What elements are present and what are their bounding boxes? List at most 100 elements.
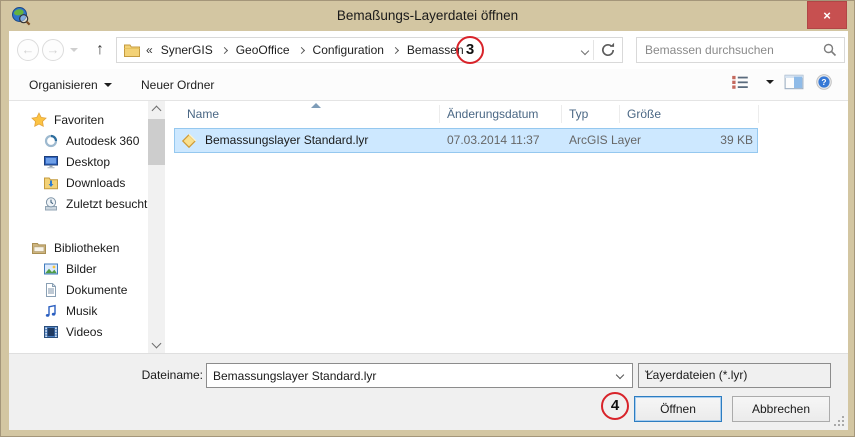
breadcrumb-synergis[interactable]: SynerGIS xyxy=(159,43,215,57)
file-modified-date: 07.03.2014 11:37 xyxy=(447,133,540,147)
view-mode-icon[interactable] xyxy=(730,74,750,90)
column-header-type[interactable]: Typ xyxy=(569,101,588,127)
filename-label: Dateiname: xyxy=(141,368,203,382)
forward-button[interactable] xyxy=(42,39,64,61)
column-header-modified[interactable]: Änderungsdatum xyxy=(447,101,538,127)
command-bar: Organisieren Neuer Ordner ? xyxy=(9,69,848,101)
filetype-dropdown[interactable]: Layerdateien (*.lyr) xyxy=(638,363,831,388)
downloads-icon xyxy=(43,175,59,191)
sidebar-group-bibliotheken[interactable]: Bibliotheken xyxy=(9,237,148,258)
close-button[interactable]: × xyxy=(807,1,847,29)
star-icon xyxy=(31,111,47,128)
filename-input[interactable] xyxy=(213,365,603,386)
cancel-button[interactable]: Abbrechen xyxy=(732,396,830,422)
window-title: Bemaßungs-Layerdatei öffnen xyxy=(336,8,519,23)
sidebar-group-label: Bibliotheken xyxy=(54,240,120,255)
sidebar-group-label: Favoriten xyxy=(54,112,105,127)
scrollbar-thumb[interactable] xyxy=(148,119,165,165)
sidebar-item-label: Autodesk 360 xyxy=(66,133,140,148)
resize-grip[interactable] xyxy=(834,416,844,426)
sidebar-item-autodesk360[interactable]: Autodesk 360 xyxy=(9,130,148,151)
preview-pane-icon[interactable] xyxy=(784,74,804,90)
search-box[interactable] xyxy=(636,37,845,63)
sidebar-group-favoriten[interactable]: Favoriten xyxy=(9,109,148,130)
sidebar-item-label: Downloads xyxy=(66,175,126,190)
file-name: Bemassungslayer Standard.lyr xyxy=(205,133,369,147)
address-dropdown-icon[interactable] xyxy=(580,46,590,56)
navigation-pane: Favoriten Autodesk 360 Desktop Downloads… xyxy=(9,101,148,353)
sidebar-item-videos[interactable]: Videos xyxy=(9,321,148,342)
sidebar-item-downloads[interactable]: Downloads xyxy=(9,172,148,193)
breadcrumb-separator-icon[interactable] xyxy=(391,46,399,54)
sidebar-item-label: Bilder xyxy=(66,261,97,276)
column-divider[interactable] xyxy=(758,105,759,123)
sidebar-item-label: Desktop xyxy=(66,154,111,169)
main-area: Favoriten Autodesk 360 Desktop Downloads… xyxy=(9,101,848,353)
scroll-down-icon[interactable] xyxy=(151,338,162,349)
annotation-circle-3: 3 xyxy=(456,36,484,64)
dialog-content: « SynerGIS GeoOffice Configuration Bemas… xyxy=(9,31,848,430)
new-folder-label: Neuer Ordner xyxy=(141,78,215,92)
breadcrumb-overflow[interactable]: « xyxy=(146,43,153,57)
sidebar-item-dokumente[interactable]: Dokumente xyxy=(9,279,148,300)
back-button[interactable] xyxy=(17,39,39,61)
title-bar[interactable]: Bemaßungs-Layerdatei öffnen × xyxy=(1,1,854,31)
dialog-footer: Dateiname: Layerdateien (*.lyr) 4 Öffnen… xyxy=(9,353,848,430)
file-type: ArcGIS Layer xyxy=(569,133,642,147)
open-file-dialog: Bemaßungs-Layerdatei öffnen × « SynerGIS… xyxy=(0,0,855,437)
address-row: « SynerGIS GeoOffice Configuration Bemas… xyxy=(9,31,848,69)
address-separator xyxy=(593,40,594,60)
annotation-circle-4: 4 xyxy=(601,392,629,420)
file-size: 39 KB xyxy=(720,133,753,147)
sidebar-scrollbar[interactable] xyxy=(148,101,165,353)
sidebar-item-label: Musik xyxy=(66,303,98,318)
libraries-icon xyxy=(31,240,47,256)
sidebar-item-label: Dokumente xyxy=(66,282,128,297)
sidebar-item-recent[interactable]: Zuletzt besucht xyxy=(9,193,148,214)
file-row-selected[interactable]: Bemassungslayer Standard.lyr 07.03.2014 … xyxy=(174,128,758,153)
pictures-icon xyxy=(43,261,59,277)
sidebar-item-musik[interactable]: Musik xyxy=(9,300,148,321)
organize-menu[interactable]: Organisieren xyxy=(29,75,112,95)
column-divider[interactable] xyxy=(439,105,440,123)
view-mode-dropdown-icon[interactable] xyxy=(766,80,774,84)
scroll-up-icon[interactable] xyxy=(151,105,162,116)
sidebar-item-desktop[interactable]: Desktop xyxy=(9,151,148,172)
sort-ascending-icon xyxy=(311,103,321,108)
music-icon xyxy=(43,303,59,319)
address-bar[interactable]: « SynerGIS GeoOffice Configuration Bemas… xyxy=(116,37,623,63)
refresh-icon[interactable] xyxy=(597,41,619,59)
sidebar-item-bilder[interactable]: Bilder xyxy=(9,258,148,279)
breadcrumb-geooffice[interactable]: GeoOffice xyxy=(234,43,292,57)
folder-icon xyxy=(123,42,141,58)
chevron-down-icon xyxy=(103,83,112,87)
filename-combobox[interactable] xyxy=(206,363,633,388)
column-divider[interactable] xyxy=(561,105,562,123)
organize-label: Organisieren xyxy=(29,78,98,92)
filetype-value: Layerdateien (*.lyr) xyxy=(646,368,748,382)
breadcrumb-separator-icon[interactable] xyxy=(297,46,305,54)
help-icon[interactable]: ? xyxy=(814,74,834,90)
column-header-size[interactable]: Größe xyxy=(627,101,661,127)
chevron-down-icon[interactable] xyxy=(615,370,625,380)
autodesk360-icon xyxy=(43,133,59,149)
breadcrumb-separator-icon[interactable] xyxy=(220,46,228,54)
column-divider[interactable] xyxy=(619,105,620,123)
sidebar-item-label: Videos xyxy=(66,324,103,339)
toolbar-right-icons: ? xyxy=(730,74,834,90)
recent-places-icon xyxy=(43,196,59,212)
documents-icon xyxy=(43,282,59,298)
search-icon xyxy=(822,42,838,58)
new-folder-button[interactable]: Neuer Ordner xyxy=(141,75,214,95)
file-list: Name Änderungsdatum Typ Größe Bemassungs… xyxy=(165,101,848,353)
open-button[interactable]: Öffnen xyxy=(634,396,722,422)
up-button[interactable] xyxy=(89,38,111,62)
search-input[interactable] xyxy=(645,39,815,61)
history-dropdown-icon[interactable] xyxy=(70,48,78,52)
desktop-icon xyxy=(43,154,59,170)
column-header-name[interactable]: Name xyxy=(187,101,219,127)
breadcrumb-configuration[interactable]: Configuration xyxy=(311,43,386,57)
lyr-diamond-icon xyxy=(180,132,198,150)
sidebar-item-label: Zuletzt besucht xyxy=(66,196,148,211)
